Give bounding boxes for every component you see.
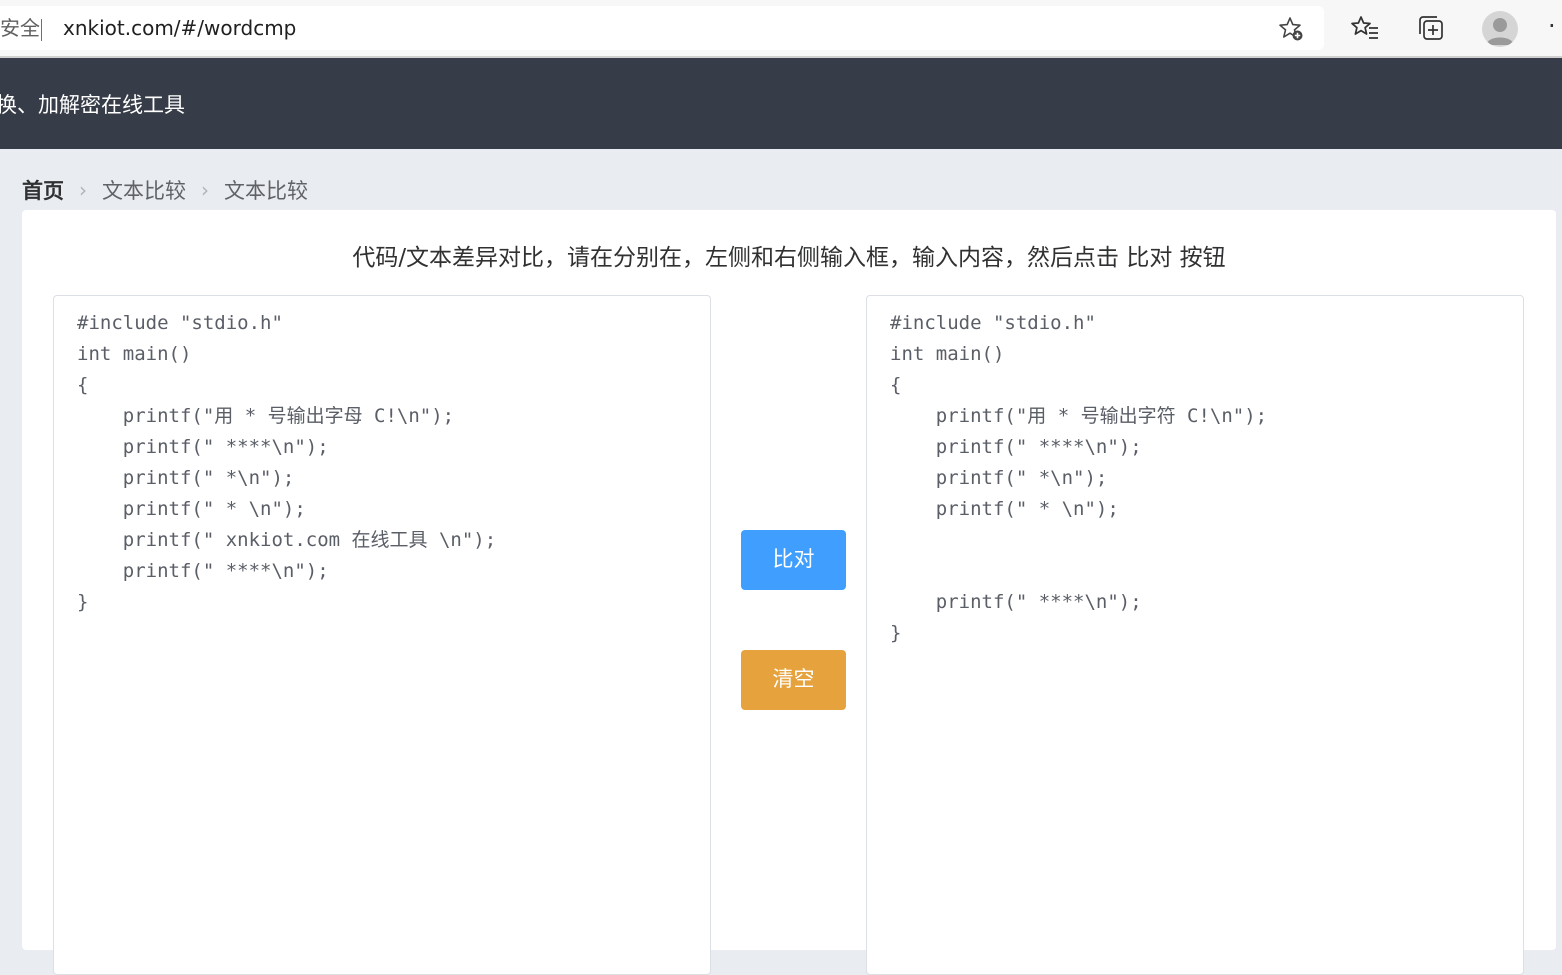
code-line: { (890, 374, 902, 396)
left-text-input[interactable]: #include "stdio.h" int main() { printf("… (53, 295, 711, 975)
site-header: 换、加解密在线工具 (0, 58, 1562, 149)
code-line: #include "stdio.h" (890, 312, 1096, 334)
chevron-right-icon: › (79, 178, 87, 202)
url-text[interactable]: xnkiot.com/#/wordcmp (63, 6, 296, 50)
code-line: printf(" ****\n"); (77, 436, 329, 458)
code-line: printf(" ****\n"); (890, 591, 1142, 613)
favorites-icon[interactable] (1350, 13, 1380, 43)
code-line: printf(" * \n"); (890, 498, 1119, 520)
security-label[interactable]: 安全 (0, 6, 40, 50)
address-divider (41, 19, 42, 41)
instruction-text: 代码/文本差异对比，请在分别在，左侧和右侧输入框，输入内容，然后点击 比对 按钮 (352, 245, 1226, 271)
code-line: printf(" xnkiot.com 在线工具 \n"); (77, 529, 497, 551)
code-line: printf(" ****\n"); (890, 436, 1142, 458)
breadcrumb: 首页 › 文本比较 › 文本比较 (22, 172, 308, 208)
code-line: printf(" * \n"); (77, 498, 306, 520)
breadcrumb-item: 文本比较 (224, 179, 308, 203)
code-line: #include "stdio.h" (77, 312, 283, 334)
code-line: } (77, 591, 89, 613)
code-line: int main() (77, 343, 192, 365)
code-line: printf(" *\n"); (77, 467, 295, 489)
collections-icon[interactable] (1416, 13, 1446, 43)
code-line: printf(" *\n"); (890, 467, 1108, 489)
browser-toolbar: 安全 xnkiot.com/#/wordcmp · (0, 0, 1562, 58)
code-line: printf("用 * 号输出字母 C!\n"); (77, 405, 455, 427)
code-line: { (77, 374, 89, 396)
address-bar[interactable]: 安全 xnkiot.com/#/wordcmp (0, 6, 1324, 50)
compare-button[interactable]: 比对 (741, 530, 846, 590)
right-text-input[interactable]: #include "stdio.h" int main() { printf("… (866, 295, 1524, 975)
code-line: } (890, 622, 902, 644)
site-title[interactable]: 换、加解密在线工具 (0, 58, 185, 149)
code-line: printf("用 * 号输出字符 C!\n"); (890, 405, 1268, 427)
breadcrumb-item[interactable]: 文本比较 (102, 175, 186, 205)
more-menu-icon[interactable]: · (1548, 12, 1556, 40)
compare-panel: 代码/文本差异对比，请在分别在，左侧和右侧输入框，输入内容，然后点击 比对 按钮… (22, 210, 1556, 975)
add-favorite-icon[interactable] (1278, 16, 1304, 42)
breadcrumb-home[interactable]: 首页 (22, 175, 64, 205)
chevron-right-icon: › (201, 178, 209, 202)
code-line: int main() (890, 343, 1005, 365)
clear-button[interactable]: 清空 (741, 650, 846, 710)
code-line: printf(" ****\n"); (77, 560, 329, 582)
profile-avatar-icon[interactable] (1482, 11, 1518, 47)
